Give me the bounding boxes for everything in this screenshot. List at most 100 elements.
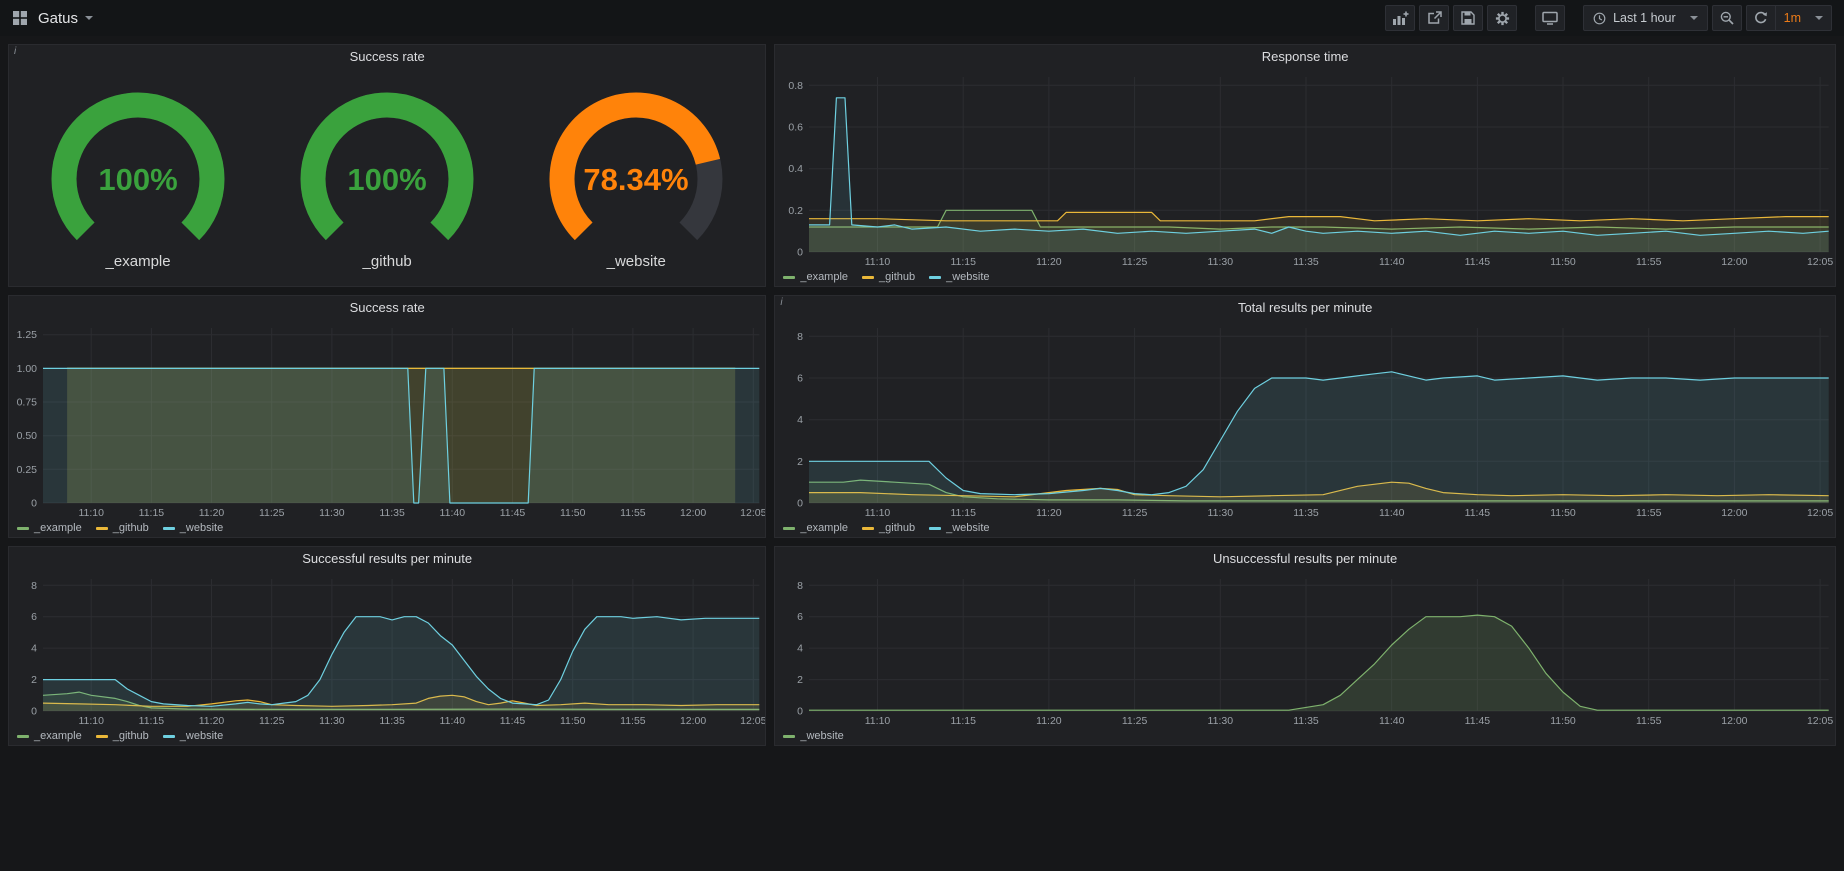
apps-grid-icon[interactable] — [12, 10, 28, 26]
legend-item-_website[interactable]: _website — [929, 522, 989, 534]
panel-title[interactable]: Successful results per minute — [9, 547, 765, 571]
svg-text:12:05: 12:05 — [1807, 715, 1833, 727]
svg-text:11:25: 11:25 — [1122, 507, 1148, 519]
legend-swatch — [17, 527, 29, 530]
legend-item-_github[interactable]: _github — [862, 271, 915, 283]
svg-text:11:20: 11:20 — [1036, 507, 1062, 519]
legend-label: _github — [113, 730, 149, 742]
zoom-out-button[interactable] — [1712, 5, 1742, 31]
legend-swatch — [163, 527, 175, 530]
panel-success-rate-gauges: i Success rate 100%_example100%_github78… — [8, 44, 766, 287]
refresh-interval-button[interactable]: 1m — [1776, 5, 1832, 31]
svg-text:11:25: 11:25 — [1122, 256, 1148, 268]
legend-item-_website[interactable]: _website — [163, 730, 223, 742]
legend-item-_website[interactable]: _website — [163, 522, 223, 534]
svg-text:11:10: 11:10 — [865, 256, 891, 268]
svg-text:12:00: 12:00 — [680, 507, 706, 519]
gauge-_github: 100%_github — [267, 85, 507, 270]
panel-title[interactable]: Unsuccessful results per minute — [775, 547, 1835, 571]
unsuccessful-results-chart[interactable]: 11:1011:1511:2011:2511:3011:3511:4011:45… — [775, 571, 1835, 727]
svg-text:11:45: 11:45 — [500, 507, 526, 519]
svg-text:11:50: 11:50 — [1551, 507, 1577, 519]
svg-text:11:15: 11:15 — [951, 256, 977, 268]
svg-text:2: 2 — [797, 456, 803, 468]
legend-item-_example[interactable]: _example — [783, 522, 848, 534]
legend-item-_github[interactable]: _github — [96, 522, 149, 534]
time-range-button[interactable]: Last 1 hour — [1583, 5, 1708, 31]
svg-text:12:05: 12:05 — [1807, 256, 1833, 268]
svg-text:11:10: 11:10 — [865, 715, 891, 727]
svg-text:12:05: 12:05 — [1807, 507, 1833, 519]
panel-title[interactable]: Response time — [775, 45, 1835, 69]
panel-info-icon[interactable]: i — [14, 46, 16, 57]
legend-swatch — [783, 276, 795, 279]
legend-label: _website — [800, 730, 843, 742]
zoom-out-icon — [1720, 11, 1734, 25]
svg-text:4: 4 — [797, 643, 803, 655]
response-time-chart[interactable]: 11:1011:1511:2011:2511:3011:3511:4011:45… — [775, 69, 1835, 268]
legend-label: _github — [879, 522, 915, 534]
svg-text:2: 2 — [797, 674, 803, 686]
gauge-label: _github — [363, 253, 412, 270]
time-range-label: Last 1 hour — [1613, 11, 1676, 25]
refresh-button[interactable] — [1746, 5, 1776, 31]
legend-item-_example[interactable]: _example — [17, 522, 82, 534]
legend-item-_website[interactable]: _website — [783, 730, 843, 742]
legend-swatch — [862, 527, 874, 530]
gauge-_example: 100%_example — [18, 85, 258, 270]
legend-swatch — [862, 276, 874, 279]
legend-item-_github[interactable]: _github — [862, 522, 915, 534]
svg-text:11:20: 11:20 — [1036, 256, 1062, 268]
caret-down-icon — [1815, 16, 1823, 20]
legend-item-_github[interactable]: _github — [96, 730, 149, 742]
svg-text:11:40: 11:40 — [1379, 715, 1405, 727]
settings-button[interactable] — [1487, 5, 1517, 31]
svg-text:11:15: 11:15 — [951, 715, 977, 727]
svg-text:12:00: 12:00 — [680, 715, 706, 727]
legend-label: _github — [879, 271, 915, 283]
chart-legend: _example _github _website — [775, 268, 1835, 286]
legend-item-_example[interactable]: _example — [783, 271, 848, 283]
svg-text:0.2: 0.2 — [789, 205, 804, 217]
dashboard-title[interactable]: Gatus — [38, 10, 93, 27]
svg-text:11:50: 11:50 — [1551, 715, 1577, 727]
svg-text:2: 2 — [31, 674, 37, 686]
svg-text:6: 6 — [797, 373, 803, 385]
svg-text:11:30: 11:30 — [319, 715, 345, 727]
legend-swatch — [17, 735, 29, 738]
svg-text:11:35: 11:35 — [1294, 507, 1320, 519]
legend-swatch — [783, 527, 795, 530]
panel-title[interactable]: Success rate — [9, 45, 765, 69]
panel-info-icon[interactable]: i — [780, 297, 782, 308]
gear-icon — [1495, 11, 1510, 26]
tv-cycle-button[interactable] — [1535, 5, 1565, 31]
add-panel-button[interactable] — [1385, 5, 1415, 31]
successful-results-chart[interactable]: 11:1011:1511:2011:2511:3011:3511:4011:45… — [9, 571, 765, 727]
save-button[interactable] — [1453, 5, 1483, 31]
svg-text:11:50: 11:50 — [560, 715, 586, 727]
panel-title[interactable]: Total results per minute — [775, 296, 1835, 320]
svg-text:11:15: 11:15 — [951, 507, 977, 519]
share-button[interactable] — [1419, 5, 1449, 31]
refresh-group: 1m — [1746, 5, 1832, 31]
refresh-interval-label: 1m — [1784, 11, 1801, 25]
svg-text:1.00: 1.00 — [17, 363, 38, 375]
svg-text:12:00: 12:00 — [1722, 507, 1748, 519]
svg-text:11:15: 11:15 — [139, 507, 165, 519]
legend-label: _website — [180, 522, 223, 534]
legend-item-_example[interactable]: _example — [17, 730, 82, 742]
svg-text:8: 8 — [797, 580, 803, 592]
legend-item-_website[interactable]: _website — [929, 271, 989, 283]
panel-title[interactable]: Success rate — [9, 296, 765, 320]
legend-label: _example — [34, 522, 82, 534]
legend-swatch — [929, 276, 941, 279]
legend-label: _example — [34, 730, 82, 742]
caret-down-icon — [85, 16, 93, 20]
svg-text:11:50: 11:50 — [560, 507, 586, 519]
svg-text:6: 6 — [31, 611, 37, 623]
svg-text:11:20: 11:20 — [1036, 715, 1062, 727]
svg-text:11:25: 11:25 — [259, 507, 285, 519]
total-results-chart[interactable]: 11:1011:1511:2011:2511:3011:3511:4011:45… — [775, 320, 1835, 519]
success-rate-chart[interactable]: 11:1011:1511:2011:2511:3011:3511:4011:45… — [9, 320, 765, 519]
svg-text:11:40: 11:40 — [440, 507, 466, 519]
